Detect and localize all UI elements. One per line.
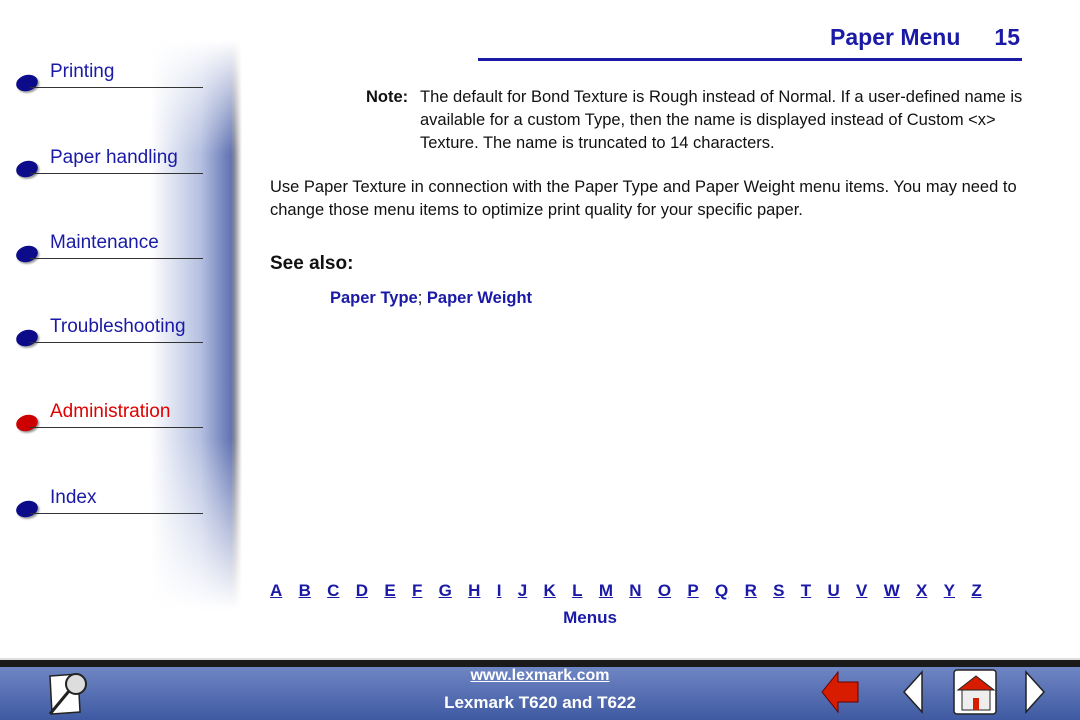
home-icon[interactable]	[950, 668, 1002, 718]
bullet-icon	[14, 72, 40, 94]
sidebar-item-troubleshooting[interactable]: Troubleshooting	[0, 316, 210, 356]
link-paper-weight[interactable]: Paper Weight	[427, 289, 532, 307]
bullet-icon	[14, 498, 40, 520]
index-letter-t[interactable]: T	[801, 581, 811, 601]
index-letter-q[interactable]: Q	[715, 581, 728, 601]
index-letter-j[interactable]: J	[518, 581, 527, 601]
next-page-icon[interactable]	[1022, 670, 1048, 714]
sidebar-item-printing[interactable]: Printing	[0, 61, 210, 101]
sidebar-rule	[30, 427, 203, 428]
bullet-icon	[14, 158, 40, 180]
sidebar-rule	[30, 513, 203, 514]
bullet-icon	[14, 412, 40, 434]
sidebar-item-maintenance[interactable]: Maintenance	[0, 232, 210, 272]
menus-link: Menus	[0, 608, 1080, 628]
website-link[interactable]: www.lexmark.com	[470, 667, 609, 684]
index-letter-o[interactable]: O	[658, 581, 671, 601]
page-title: Paper Menu	[830, 24, 961, 50]
sidebar-rule	[30, 342, 203, 343]
header-rule	[478, 58, 1022, 61]
sidebar-item-administration[interactable]: Administration	[0, 401, 210, 441]
index-letter-s[interactable]: S	[773, 581, 784, 601]
previous-page-icon[interactable]	[900, 670, 926, 714]
sidebar-item-label[interactable]: Paper handling	[50, 147, 178, 169]
see-also-heading: See also:	[270, 253, 354, 274]
index-letter-a[interactable]: A	[270, 581, 282, 601]
index-letter-v[interactable]: V	[856, 581, 867, 601]
index-letter-p[interactable]: P	[687, 581, 698, 601]
sidebar-rule	[30, 258, 203, 259]
sidebar-item-label[interactable]: Maintenance	[50, 232, 159, 254]
note: Note: The default for Bond Texture is Rou…	[366, 86, 1026, 155]
index-letter-d[interactable]: D	[356, 581, 368, 601]
sidebar-item-label[interactable]: Administration	[50, 401, 170, 423]
index-letter-l[interactable]: L	[572, 581, 582, 601]
index-letter-c[interactable]: C	[327, 581, 339, 601]
bullet-icon	[14, 243, 40, 265]
index-letter-i[interactable]: I	[497, 581, 502, 601]
sidebar-item-label[interactable]: Index	[50, 487, 96, 509]
index-letter-m[interactable]: M	[599, 581, 613, 601]
index-letter-e[interactable]: E	[384, 581, 395, 601]
see-also-links: Paper Type; Paper Weight	[330, 289, 532, 308]
sidebar-rule	[30, 173, 203, 174]
index-letter-y[interactable]: Y	[944, 581, 955, 601]
sidebar-item-paper-handling[interactable]: Paper handling	[0, 147, 210, 187]
index-letter-h[interactable]: H	[468, 581, 480, 601]
note-label: Note:	[366, 88, 409, 106]
index-letter-g[interactable]: G	[439, 581, 452, 601]
back-arrow-icon[interactable]	[820, 670, 860, 714]
index-letter-r[interactable]: R	[745, 581, 757, 601]
index-letter-u[interactable]: U	[827, 581, 839, 601]
sidebar-item-label[interactable]: Printing	[50, 61, 114, 83]
index-letter-f[interactable]: F	[412, 581, 422, 601]
alphabet-index: ABCDEFGHIJKLMNOPQRSTUVWXYZ	[270, 581, 982, 601]
search-icon[interactable]	[44, 668, 94, 718]
note-text: The default for Bond Texture is Rough in…	[420, 88, 1023, 152]
page-number: 15	[994, 24, 1020, 50]
page-header: Paper Menu 15	[830, 24, 1020, 51]
index-letter-k[interactable]: K	[544, 581, 556, 601]
link-paper-type[interactable]: Paper Type	[330, 289, 418, 307]
menus-link-text[interactable]: Menus	[563, 608, 617, 627]
separator: ;	[417, 289, 423, 307]
index-letter-n[interactable]: N	[629, 581, 641, 601]
index-letter-z[interactable]: Z	[971, 581, 981, 601]
sidebar-rule	[30, 87, 203, 88]
sidebar-item-label[interactable]: Troubleshooting	[50, 316, 186, 338]
footer-bar	[0, 660, 1080, 667]
sidebar-item-index[interactable]: Index	[0, 487, 210, 527]
bullet-icon	[14, 327, 40, 349]
index-letter-b[interactable]: B	[299, 581, 311, 601]
index-letter-w[interactable]: W	[884, 581, 900, 601]
body-paragraph: Use Paper Texture in connection with the…	[270, 178, 1017, 219]
index-letter-x[interactable]: X	[916, 581, 927, 601]
